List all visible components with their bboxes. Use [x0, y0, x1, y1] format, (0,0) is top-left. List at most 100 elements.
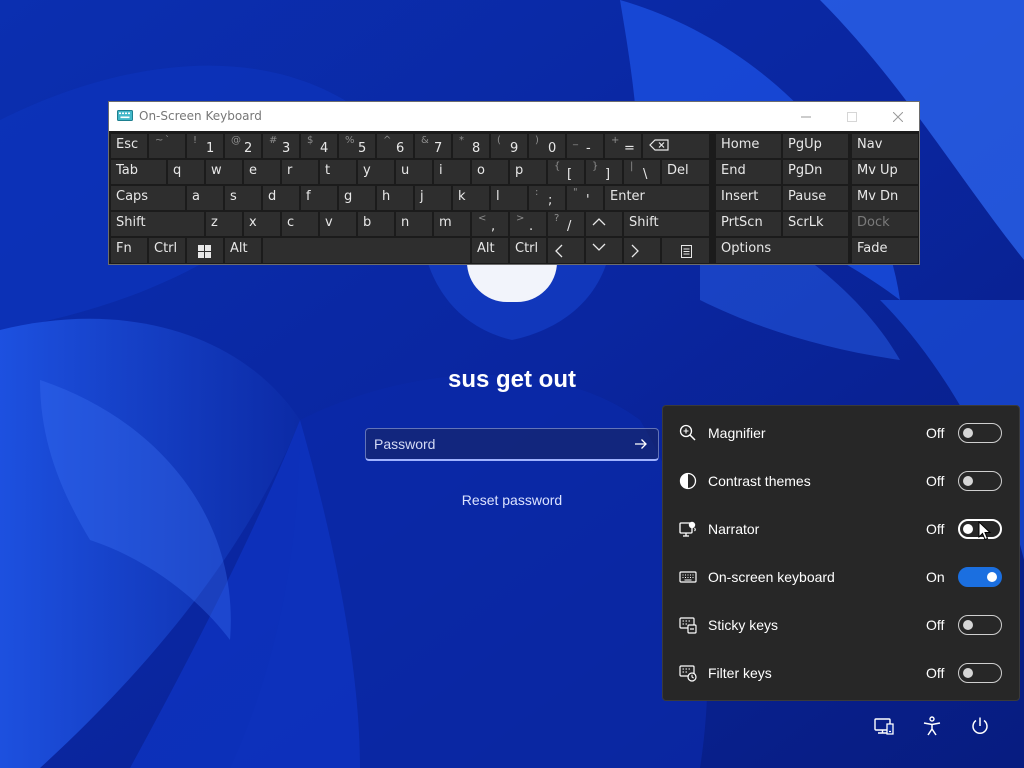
sticky-keys-toggle[interactable]: [958, 615, 1002, 635]
key-period[interactable]: >.: [509, 211, 547, 237]
key-caps[interactable]: Caps: [110, 185, 186, 211]
key-c[interactable]: c: [281, 211, 319, 237]
contrast-themes-row[interactable]: Contrast themes Off: [663, 456, 1019, 504]
key-move-down[interactable]: Mv Dn: [851, 185, 919, 211]
key-home[interactable]: Home: [715, 133, 782, 159]
key-end[interactable]: End: [715, 159, 782, 185]
key-l[interactable]: l: [490, 185, 528, 211]
key-right-bracket[interactable]: }]: [585, 159, 623, 185]
filter-keys-toggle[interactable]: [958, 663, 1002, 683]
key-fn[interactable]: Fn: [110, 237, 148, 264]
key-comma[interactable]: <,: [471, 211, 509, 237]
arrow-right-icon[interactable]: [624, 429, 658, 459]
key-left-bracket[interactable]: {[: [547, 159, 585, 185]
key-enter[interactable]: Enter: [604, 185, 710, 211]
key-esc[interactable]: Esc: [110, 133, 148, 159]
key-move-up[interactable]: Mv Up: [851, 159, 919, 185]
key-dock[interactable]: Dock: [851, 211, 919, 237]
key-pgup[interactable]: PgUp: [782, 133, 849, 159]
key-r[interactable]: r: [281, 159, 319, 185]
key-d[interactable]: d: [262, 185, 300, 211]
key-minus[interactable]: _ -: [566, 133, 604, 159]
key-6[interactable]: ^ 6: [376, 133, 414, 159]
key-left-shift[interactable]: Shift: [110, 211, 205, 237]
key-options[interactable]: Options: [715, 237, 849, 264]
key-windows[interactable]: [186, 237, 224, 264]
minimize-icon[interactable]: [783, 102, 829, 131]
key-0[interactable]: ) 0: [528, 133, 566, 159]
key-i[interactable]: i: [433, 159, 471, 185]
power-icon[interactable]: [968, 714, 992, 738]
key-w[interactable]: w: [205, 159, 243, 185]
key-insert[interactable]: Insert: [715, 185, 782, 211]
key-h[interactable]: h: [376, 185, 414, 211]
key-nav[interactable]: Nav: [851, 133, 919, 159]
network-icon[interactable]: [872, 714, 896, 738]
key-fade[interactable]: Fade: [851, 237, 919, 264]
key-8[interactable]: * 8: [452, 133, 490, 159]
key-v[interactable]: v: [319, 211, 357, 237]
key-slash[interactable]: ? /: [547, 211, 585, 237]
key-right-shift[interactable]: Shift: [623, 211, 710, 237]
on-screen-keyboard-row[interactable]: On-screen keyboard On: [663, 552, 1019, 600]
narrator-row[interactable]: Narrator Off: [663, 504, 1019, 552]
key-a[interactable]: a: [186, 185, 224, 211]
key-equals[interactable]: + =: [604, 133, 642, 159]
key-g[interactable]: g: [338, 185, 376, 211]
key-semicolon[interactable]: :;: [528, 185, 566, 211]
key-1[interactable]: ! 1: [186, 133, 224, 159]
key-k[interactable]: k: [452, 185, 490, 211]
sticky-keys-row[interactable]: Sticky keys Off: [663, 600, 1019, 648]
accessibility-icon[interactable]: [920, 714, 944, 738]
key-pgdn[interactable]: PgDn: [782, 159, 849, 185]
key-backspace[interactable]: [642, 133, 710, 159]
key-b[interactable]: b: [357, 211, 395, 237]
key-5[interactable]: % 5: [338, 133, 376, 159]
key-tab[interactable]: Tab: [110, 159, 167, 185]
key-s[interactable]: s: [224, 185, 262, 211]
key-left-ctrl[interactable]: Ctrl: [148, 237, 186, 264]
key-e[interactable]: e: [243, 159, 281, 185]
key-arrow-left[interactable]: [547, 237, 585, 264]
key-prtscn[interactable]: PrtScn: [715, 211, 782, 237]
key-3[interactable]: #3: [262, 133, 300, 159]
key-4[interactable]: $4: [300, 133, 338, 159]
reset-password-link[interactable]: Reset password: [412, 492, 612, 508]
key-left-alt[interactable]: Alt: [224, 237, 262, 264]
maximize-icon[interactable]: [829, 102, 875, 131]
key-menu[interactable]: [661, 237, 710, 264]
password-box[interactable]: [365, 428, 659, 461]
contrast-themes-toggle[interactable]: [958, 471, 1002, 491]
key-right-alt[interactable]: Alt: [471, 237, 509, 264]
magnifier-row[interactable]: Magnifier Off: [663, 408, 1019, 456]
key-q[interactable]: q: [167, 159, 205, 185]
key-arrow-down[interactable]: [585, 237, 623, 264]
key-9[interactable]: (9: [490, 133, 528, 159]
key-2[interactable]: @2: [224, 133, 262, 159]
key-tilde[interactable]: ~ `: [148, 133, 186, 159]
key-j[interactable]: j: [414, 185, 452, 211]
key-p[interactable]: p: [509, 159, 547, 185]
key-del[interactable]: Del: [661, 159, 710, 185]
key-backslash[interactable]: | \: [623, 159, 661, 185]
key-scrlk[interactable]: ScrLk: [782, 211, 849, 237]
key-m[interactable]: m: [433, 211, 471, 237]
key-o[interactable]: o: [471, 159, 509, 185]
key-t[interactable]: t: [319, 159, 357, 185]
filter-keys-row[interactable]: Filter keys Off: [663, 648, 1019, 696]
key-z[interactable]: z: [205, 211, 243, 237]
key-arrow-right[interactable]: [623, 237, 661, 264]
close-icon[interactable]: [875, 102, 921, 131]
magnifier-toggle[interactable]: [958, 423, 1002, 443]
key-y[interactable]: y: [357, 159, 395, 185]
password-input[interactable]: [366, 429, 624, 459]
key-right-ctrl[interactable]: Ctrl: [509, 237, 547, 264]
key-quote[interactable]: " ': [566, 185, 604, 211]
key-pause[interactable]: Pause: [782, 185, 849, 211]
key-x[interactable]: x: [243, 211, 281, 237]
key-u[interactable]: u: [395, 159, 433, 185]
key-7[interactable]: & 7: [414, 133, 452, 159]
key-space[interactable]: [262, 237, 471, 264]
on-screen-keyboard-toggle[interactable]: [958, 567, 1002, 587]
key-arrow-up[interactable]: [585, 211, 623, 237]
